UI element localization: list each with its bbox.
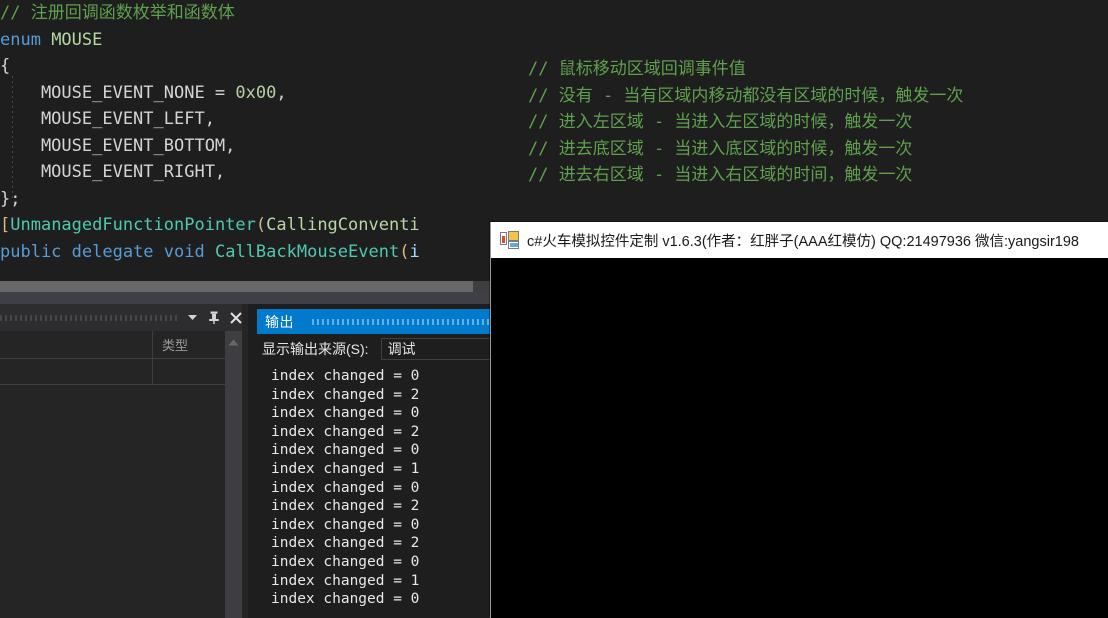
code-line: [UnmanagedFunctionPointer(CallingConvent…: [0, 212, 520, 239]
code-token: ,: [276, 82, 287, 103]
code-line: };: [0, 186, 520, 213]
grid-header-row: 类型: [0, 331, 247, 359]
code-token: 0x00: [235, 82, 277, 103]
code-line: MOUSE_EVENT_NONE = 0x00,: [0, 80, 520, 107]
code-line: MOUSE_EVENT_LEFT,: [0, 106, 520, 133]
code-token: CallBackMouseEvent: [214, 241, 400, 262]
code-token: };: [0, 188, 21, 209]
grid-cell-name: [0, 359, 153, 384]
output-source-select[interactable]: 调试: [380, 338, 491, 360]
app-window-icon: [500, 231, 519, 249]
code-token: MOUSE_EVENT_RIGHT,: [0, 162, 226, 182]
app-window-titlebar[interactable]: c#火车模拟控件定制 v1.6.3(作者：红胖子(AAA红模仿) QQ:2149…: [491, 222, 1108, 258]
code-line: enum MOUSE: [0, 27, 520, 54]
grid-column-name[interactable]: [0, 331, 153, 358]
screen: // 注册回调函数枚举和函数体 enum MOUSE{ MOUSE_EVENT_N…: [0, 0, 1108, 618]
code-token: delegate: [71, 241, 164, 262]
code-token: UnmanagedFunctionPointer: [10, 215, 256, 235]
code-token: void: [163, 241, 215, 262]
code-line: MOUSE_EVENT_BOTTOM,: [0, 133, 520, 160]
tab-output-label: 输出: [265, 313, 294, 330]
pin-icon[interactable]: [203, 304, 225, 331]
output-source-value: 调试: [387, 341, 416, 357]
code-token: (: [399, 241, 410, 262]
code-token: public: [0, 241, 72, 262]
code-token: MOUSE_EVENT_LEFT,: [0, 109, 215, 129]
code-token: i: [409, 241, 420, 262]
scrollbar-thumb[interactable]: [0, 281, 473, 292]
code-token: enum: [0, 29, 52, 50]
variables-tool-window: 类型: [0, 304, 248, 618]
code-lines-left: // 注册回调函数枚举和函数体 enum MOUSE{ MOUSE_EVENT_N…: [0, 0, 520, 265]
code-comment-line: // 没有 - 当有区域内移动都没有区域的时候，触发一次: [528, 85, 964, 106]
code-token: MOUSE: [51, 29, 103, 50]
code-token: [: [0, 215, 11, 235]
app-window-canvas[interactable]: [491, 258, 1108, 618]
tool-window-header: [0, 304, 247, 331]
code-token: // 注册回调函数枚举和函数体: [0, 3, 235, 23]
output-source-label: 显示输出来源(S):: [262, 341, 369, 357]
tool-window-vertical-scrollbar[interactable]: [225, 331, 242, 618]
code-comment-line: // 进去右区域 - 当进入右区域的时间，触发一次: [528, 165, 913, 185]
code-line: // 注册回调函数枚举和函数体: [0, 0, 520, 27]
code-comment-line: // 鼠标移动区域回调事件值: [528, 59, 746, 79]
code-token: MOUSE_EVENT_BOTTOM,: [0, 135, 236, 156]
code-comment-block-right: // 鼠标移动区域回调事件值 // 没有 - 当有区域内移动都没有区域的时候，触发…: [528, 56, 1108, 189]
code-token: {: [0, 56, 11, 76]
code-comment-line: // 进去底区域 - 当进入底区域的时候，触发一次: [528, 138, 913, 159]
scroll-up-icon[interactable]: [225, 331, 242, 353]
code-line: public delegate void CallBackMouseEvent(…: [0, 239, 520, 266]
code-token: MOUSE_EVENT_NONE =: [0, 82, 236, 103]
code-line: {: [0, 53, 520, 80]
code-comment-line: // 进入左区域 - 当进入左区域的时候，触发一次: [528, 112, 913, 132]
chevron-down-icon[interactable]: [181, 304, 203, 331]
code-token: (: [255, 215, 267, 235]
app-window-title: c#火车模拟控件定制 v1.6.3(作者：红胖子(AAA红模仿) QQ:2149…: [527, 233, 1079, 250]
grid-empty-body: [0, 385, 225, 618]
table-row[interactable]: [0, 359, 247, 385]
app-window-overlay[interactable]: c#火车模拟控件定制 v1.6.3(作者：红胖子(AAA红模仿) QQ:2149…: [490, 222, 1108, 618]
code-line: MOUSE_EVENT_RIGHT,: [0, 159, 520, 186]
tab-strip-overflow: [0, 315, 180, 321]
code-token: CallingConventi: [266, 215, 420, 235]
